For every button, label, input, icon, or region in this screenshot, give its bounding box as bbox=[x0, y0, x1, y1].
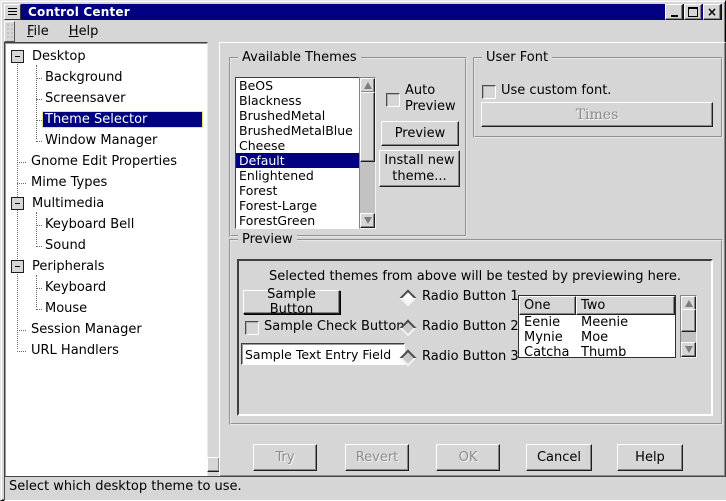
font-picker-button: Times bbox=[481, 102, 713, 127]
theme-list[interactable]: BeOS Blackness BrushedMetal BrushedMetal… bbox=[235, 77, 361, 229]
theme-list-item[interactable]: BrushedMetal bbox=[236, 108, 360, 123]
status-bar: Select which desktop theme to use. bbox=[4, 476, 726, 501]
arrow-down-icon bbox=[364, 217, 372, 224]
menu-help[interactable]: Help bbox=[59, 22, 109, 41]
tree-item-theme-selector[interactable]: Theme Selector bbox=[6, 109, 206, 130]
available-themes-frame-label: Available Themes bbox=[238, 50, 361, 65]
table-row[interactable]: Catcha Thumb bbox=[519, 345, 675, 358]
close-button[interactable]: × bbox=[703, 4, 721, 20]
table-row[interactable]: Mynie Moe bbox=[519, 330, 675, 345]
try-button: Try bbox=[253, 444, 317, 471]
ok-button: OK bbox=[436, 444, 500, 471]
category-tree: Desktop Background Screensaver Theme Sel… bbox=[4, 42, 208, 477]
sample-table-scrollbar[interactable] bbox=[680, 295, 697, 358]
use-custom-font-checkbox[interactable] bbox=[482, 85, 496, 99]
sample-table[interactable]: One Two Eenie Meenie Mynie Moe Catcha Th… bbox=[518, 295, 676, 358]
window-menu-icon[interactable] bbox=[4, 4, 21, 20]
install-new-theme-button[interactable]: Install new theme... bbox=[379, 150, 460, 187]
preview-frame-label: Preview bbox=[238, 232, 297, 247]
maximize-icon bbox=[688, 7, 698, 17]
tree-item-session-manager[interactable]: Session Manager bbox=[6, 319, 206, 340]
status-text: Select which desktop theme to use. bbox=[9, 479, 242, 494]
theme-list-item[interactable]: Forest-Large bbox=[236, 198, 360, 213]
theme-list-item[interactable]: BeOS bbox=[236, 78, 360, 93]
theme-list-item[interactable]: Forest bbox=[236, 183, 360, 198]
arrow-up-icon bbox=[364, 82, 372, 89]
tree-item-keyboard[interactable]: Keyboard bbox=[6, 277, 206, 298]
table-header-two[interactable]: Two bbox=[576, 296, 675, 315]
tree-item-sound[interactable]: Sound bbox=[6, 235, 206, 256]
tree-item-multimedia[interactable]: Multimedia bbox=[6, 193, 206, 214]
tree-item-gnome-edit-properties[interactable]: Gnome Edit Properties bbox=[6, 151, 206, 172]
help-button[interactable]: Help bbox=[617, 444, 683, 471]
sample-check-label: Sample Check Button bbox=[264, 319, 405, 334]
control-center-window: Control Center × File Help bbox=[0, 0, 726, 501]
scrollbar-down-button[interactable] bbox=[360, 213, 375, 228]
sample-check-button[interactable] bbox=[245, 321, 259, 335]
theme-list-item[interactable]: Cheese bbox=[236, 138, 360, 153]
preview-button[interactable]: Preview bbox=[381, 121, 459, 146]
scrollbar-up-button[interactable] bbox=[360, 78, 375, 93]
radio-button-2-label: Radio Button 2 bbox=[422, 319, 519, 334]
tree-item-screensaver[interactable]: Screensaver bbox=[6, 88, 206, 109]
menu-grip-handle[interactable] bbox=[4, 21, 15, 42]
theme-list-item[interactable]: Enlightened bbox=[236, 168, 360, 183]
auto-preview-label: Auto Preview bbox=[405, 83, 463, 115]
tree-collapse-icon[interactable] bbox=[11, 260, 24, 273]
menu-file[interactable]: File bbox=[17, 22, 59, 41]
radio-button-1-label: Radio Button 1 bbox=[422, 289, 519, 304]
title-bar[interactable]: Control Center × bbox=[4, 4, 722, 20]
maximize-button[interactable] bbox=[684, 4, 702, 20]
window-title: Control Center bbox=[22, 5, 665, 19]
revert-button: Revert bbox=[345, 444, 409, 471]
user-font-frame-label: User Font bbox=[482, 50, 552, 65]
tree-item-desktop[interactable]: Desktop bbox=[6, 46, 206, 67]
radio-button-3-label: Radio Button 3 bbox=[422, 349, 519, 364]
tree-item-background[interactable]: Background bbox=[6, 67, 206, 88]
theme-list-item[interactable]: Blackness bbox=[236, 93, 360, 108]
tree-item-url-handlers[interactable]: URL Handlers bbox=[6, 340, 206, 361]
arrow-up-icon bbox=[685, 300, 693, 307]
tree-item-keyboard-bell[interactable]: Keyboard Bell bbox=[6, 214, 206, 235]
table-row[interactable]: Eenie Meenie bbox=[519, 315, 675, 330]
sample-button[interactable]: Sample Button bbox=[243, 290, 340, 314]
theme-list-item[interactable]: BrushedMetalBlue bbox=[236, 123, 360, 138]
tree-collapse-icon[interactable] bbox=[11, 197, 24, 210]
sample-text-entry[interactable] bbox=[241, 343, 405, 365]
theme-list-item-selected[interactable]: Default bbox=[236, 153, 360, 168]
tree-item-peripherals[interactable]: Peripherals bbox=[6, 256, 206, 277]
minimize-button[interactable] bbox=[665, 4, 683, 20]
use-custom-font-label: Use custom font. bbox=[501, 83, 611, 98]
theme-list-scrollbar[interactable] bbox=[359, 77, 376, 229]
scrollbar-down-button[interactable] bbox=[681, 342, 696, 357]
cancel-button[interactable]: Cancel bbox=[526, 444, 592, 471]
table-header-one[interactable]: One bbox=[519, 296, 576, 315]
arrow-down-icon bbox=[685, 346, 693, 353]
preview-caption: Selected themes from above will be teste… bbox=[239, 269, 711, 284]
tree-item-mouse[interactable]: Mouse bbox=[6, 298, 206, 319]
menu-bar: File Help bbox=[4, 21, 722, 42]
auto-preview-checkbox[interactable] bbox=[386, 93, 400, 107]
tree-item-mime-types[interactable]: Mime Types bbox=[6, 172, 206, 193]
tree-collapse-icon[interactable] bbox=[11, 50, 24, 63]
scrollbar-thumb[interactable] bbox=[360, 92, 375, 162]
scrollbar-thumb[interactable] bbox=[681, 309, 696, 332]
theme-list-item[interactable]: ForestGreen bbox=[236, 213, 360, 228]
close-icon: × bbox=[707, 6, 717, 18]
tree-item-window-manager[interactable]: Window Manager bbox=[6, 130, 206, 151]
minimize-icon bbox=[671, 15, 678, 17]
